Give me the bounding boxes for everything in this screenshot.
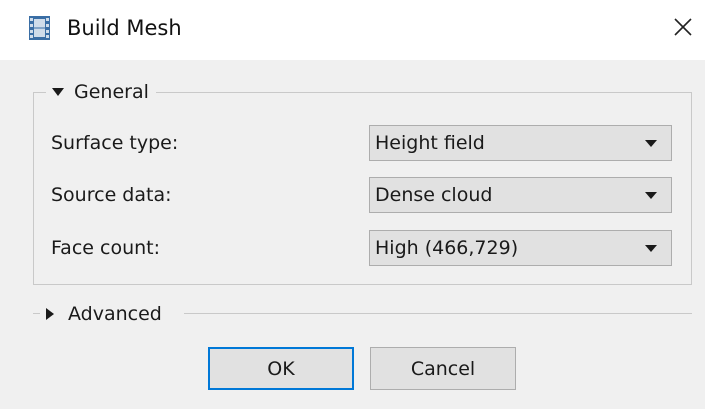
close-button[interactable] — [664, 10, 702, 48]
source-data-value: Dense cloud — [375, 184, 493, 206]
surface-type-value: Height field — [375, 132, 485, 154]
film-strip-icon — [29, 16, 50, 40]
face-count-value: High (466,729) — [375, 237, 519, 259]
advanced-group-label: Advanced — [68, 303, 162, 325]
chevron-down-icon — [645, 140, 657, 147]
general-group-label: General — [74, 81, 149, 103]
face-count-label: Face count: — [51, 237, 161, 259]
title-bar[interactable]: Build Mesh — [0, 0, 705, 60]
expanded-arrow-icon — [52, 88, 64, 96]
collapsed-arrow-icon — [46, 308, 54, 320]
ok-button[interactable]: OK — [208, 347, 354, 390]
cancel-button[interactable]: Cancel — [370, 347, 516, 390]
general-group: General Surface type: Height field Sourc… — [33, 79, 692, 285]
chevron-down-icon — [645, 192, 657, 199]
close-icon — [673, 17, 693, 41]
surface-type-dropdown[interactable]: Height field — [369, 125, 672, 161]
face-count-dropdown[interactable]: High (466,729) — [369, 230, 672, 266]
surface-type-label: Surface type: — [51, 132, 179, 154]
source-data-label: Source data: — [51, 184, 172, 206]
advanced-divider-right — [184, 313, 692, 314]
general-group-toggle[interactable]: General — [46, 79, 156, 105]
dialog-title: Build Mesh — [67, 16, 182, 40]
chevron-down-icon — [645, 245, 657, 252]
build-mesh-dialog: Build Mesh General Surface type: Height … — [0, 0, 705, 409]
advanced-divider-left — [33, 313, 40, 314]
dialog-body: General Surface type: Height field Sourc… — [0, 60, 705, 409]
source-data-dropdown[interactable]: Dense cloud — [369, 177, 672, 213]
advanced-group-toggle[interactable]: Advanced — [46, 301, 162, 327]
